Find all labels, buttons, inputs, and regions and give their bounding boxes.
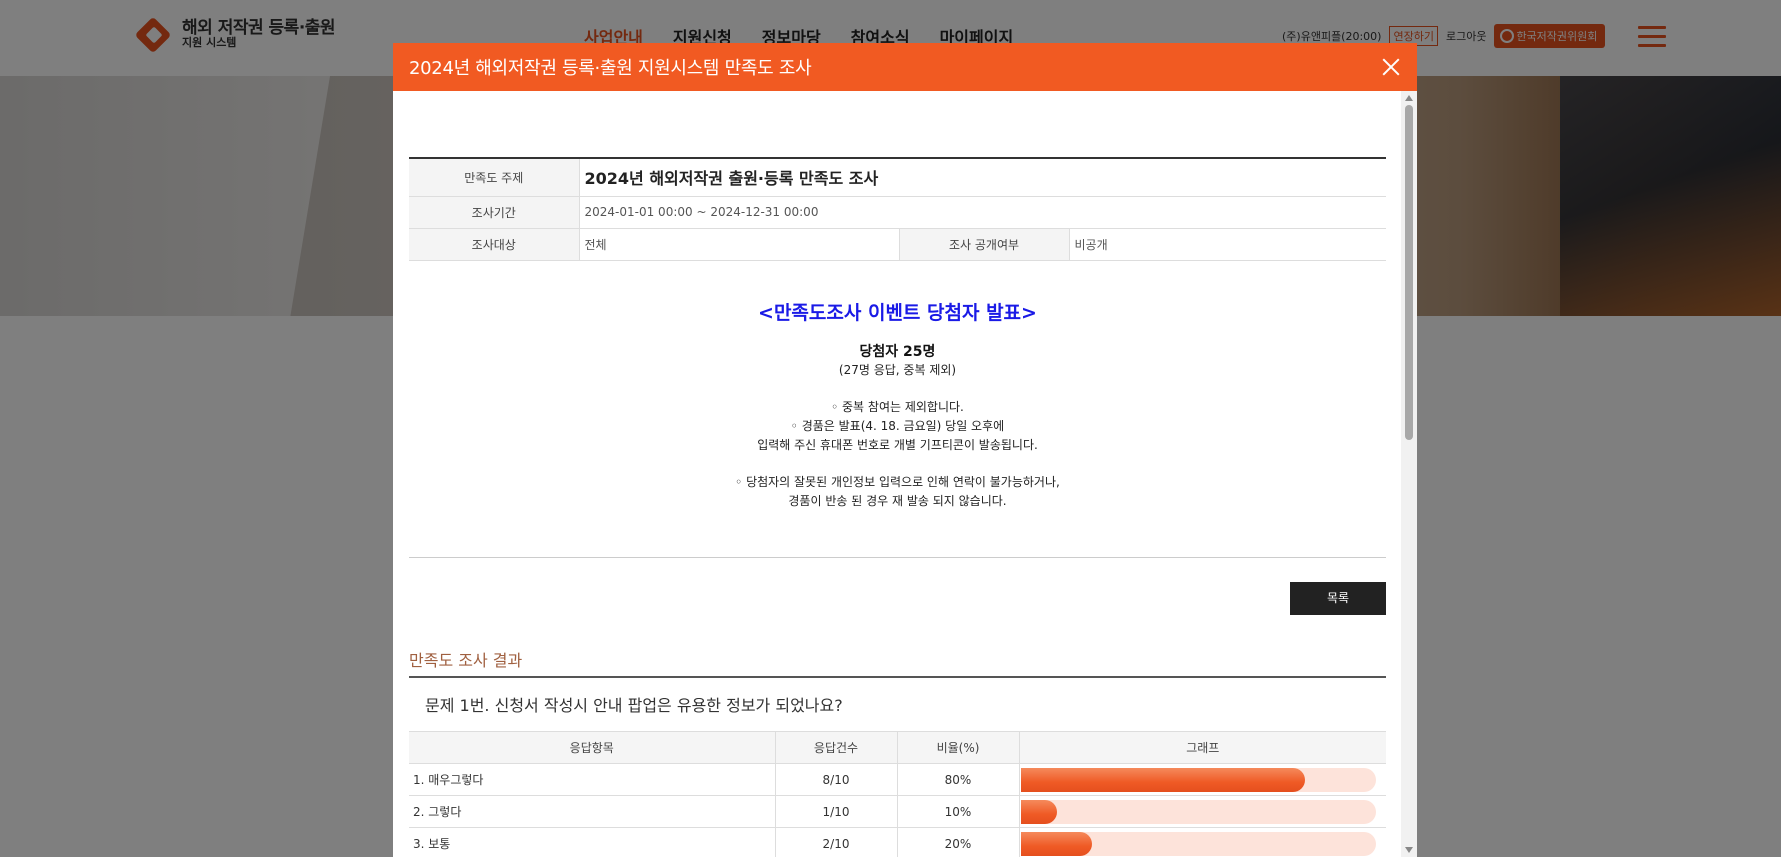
- subject-label: 만족도 주제: [409, 158, 580, 197]
- option-cell: 3. 보통: [409, 827, 776, 857]
- modal-body: 만족도 주제 2024년 해외저작권 출원·등록 만족도 조사 조사기간 202…: [409, 91, 1386, 857]
- public-value: 비공개: [1069, 228, 1386, 261]
- ratio-cell: 10%: [897, 795, 1020, 828]
- graph-cell: [1019, 763, 1386, 796]
- bar-track: [1020, 799, 1376, 824]
- list-button[interactable]: 목록: [1290, 582, 1386, 615]
- result-title: 만족도 조사 결과: [409, 651, 523, 670]
- col-header-ratio: 비율(%): [897, 731, 1020, 764]
- notice-line: ◦ 중복 참여는 제외합니다.: [831, 400, 964, 414]
- target-value: 전체: [579, 228, 900, 261]
- col-header-option: 응답항목: [409, 731, 776, 764]
- bar-fill: [1020, 799, 1057, 824]
- count-cell: 1/10: [775, 795, 898, 828]
- divider: [409, 676, 1386, 678]
- result-table: 응답항목 응답건수 비율(%) 그래프 1. 매우그렇다 8/10 80% 2. 그렇…: [409, 731, 1386, 857]
- count-cell: 2/10: [775, 827, 898, 857]
- bar-fill: [1020, 831, 1092, 856]
- notice-headline: <만족도조사 이벤트 당첨자 발표>: [758, 302, 1037, 324]
- table-row: 3. 보통 2/10 20%: [409, 827, 1386, 857]
- col-header-graph: 그래프: [1019, 731, 1386, 764]
- notice-line: ◦ 경품은 발표(4. 18. 금요일) 당일 오후에: [790, 419, 1005, 433]
- modal-scrollbar[interactable]: [1401, 91, 1417, 857]
- notice-winners: 당첨자 25명: [859, 344, 936, 360]
- ratio-cell: 20%: [897, 827, 1020, 857]
- notice-line: 입력해 주신 휴대폰 번호로 개별 기프티콘이 발송됩니다.: [757, 438, 1038, 452]
- survey-modal: 2024년 해외저작권 등록·출원 지원시스템 만족도 조사 만족도 주제 20…: [393, 43, 1417, 857]
- modal-title: 2024년 해외저작권 등록·출원 지원시스템 만족도 조사: [409, 58, 812, 79]
- bar-track: [1020, 767, 1376, 792]
- event-notice: <만족도조사 이벤트 당첨자 발표> 당첨자 25명 (27명 응답, 중복 제…: [409, 298, 1386, 511]
- scroll-thumb[interactable]: [1405, 105, 1413, 440]
- scroll-down-icon[interactable]: [1405, 847, 1413, 853]
- bar-fill: [1020, 767, 1305, 792]
- table-row: 2. 그렇다 1/10 10%: [409, 795, 1386, 828]
- notice-winners-sub: (27명 응답, 중복 제외): [838, 363, 957, 377]
- public-label: 조사 공개여부: [899, 228, 1070, 261]
- graph-cell: [1019, 827, 1386, 857]
- divider: [409, 557, 1386, 558]
- period-label: 조사기간: [409, 196, 580, 229]
- question-title: 문제 1번. 신청서 작성시 안내 팝업은 유용한 정보가 되었나요?: [425, 696, 843, 715]
- graph-cell: [1019, 795, 1386, 828]
- notice-line: 경품이 반송 된 경우 재 발송 되지 않습니다.: [788, 494, 1007, 508]
- period-value: 2024-01-01 00:00 ~ 2024-12-31 00:00: [579, 196, 1386, 229]
- modal-header: 2024년 해외저작권 등록·출원 지원시스템 만족도 조사: [393, 43, 1417, 91]
- count-cell: 8/10: [775, 763, 898, 796]
- table-row: 1. 매우그렇다 8/10 80%: [409, 763, 1386, 796]
- subject-value: 2024년 해외저작권 출원·등록 만족도 조사: [579, 158, 1386, 197]
- ratio-cell: 80%: [897, 763, 1020, 796]
- close-icon[interactable]: [1379, 55, 1403, 79]
- survey-info-table: 만족도 주제 2024년 해외저작권 출원·등록 만족도 조사 조사기간 202…: [409, 157, 1386, 261]
- option-cell: 1. 매우그렇다: [409, 763, 776, 796]
- bar-track: [1020, 831, 1376, 856]
- target-label: 조사대상: [409, 228, 580, 261]
- scroll-up-icon[interactable]: [1405, 95, 1413, 101]
- notice-line: ◦ 당첨자의 잘못된 개인정보 입력으로 인해 연락이 불가능하거나,: [735, 475, 1060, 489]
- option-cell: 2. 그렇다: [409, 795, 776, 828]
- col-header-count: 응답건수: [775, 731, 898, 764]
